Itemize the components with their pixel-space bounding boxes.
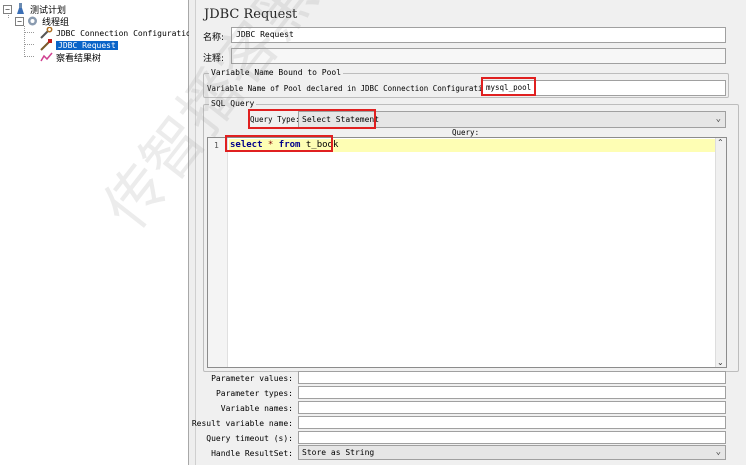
sql-operator: *: [262, 140, 279, 150]
collapse-icon[interactable]: −: [3, 4, 12, 14]
query-type-select[interactable]: Select Statement ⌄: [298, 111, 726, 128]
pool-group-title: Variable Name Bound to Pool: [209, 68, 344, 77]
name-label: 名称:: [203, 33, 225, 43]
tree-label-jdbc-request: JDBC Request: [56, 40, 118, 50]
query-label: Query:: [452, 128, 480, 137]
result-variable-name-label: Result variable name:: [191, 419, 293, 428]
sql-query-editor[interactable]: 1 select * from t_book ⌃ ⌄: [207, 137, 727, 368]
tree-node-test-plan[interactable]: − 测试计划: [3, 3, 66, 16]
tree-label-jdbc-connection-config: JDBC Connection Configuration: [56, 28, 196, 38]
page-title: JDBC Request: [204, 7, 298, 22]
scroll-down-icon[interactable]: ⌄: [717, 358, 724, 367]
comment-label: 注释:: [203, 54, 225, 64]
query-type-value: Select Statement: [302, 115, 380, 124]
tree-node-thread-group[interactable]: − 线程组: [15, 15, 70, 28]
handle-resultset-value: Store as String: [302, 448, 375, 457]
sql-keyword-from: from: [278, 140, 301, 150]
handle-resultset-label: Handle ResultSet:: [211, 449, 293, 458]
sql-table-name: t_book: [300, 140, 339, 150]
tree-node-jdbc-connection-config[interactable]: JDBC Connection Configuration: [40, 27, 196, 39]
line-number: 1: [214, 141, 219, 150]
tree-node-jdbc-request[interactable]: JDBC Request: [40, 39, 118, 51]
pool-variable-input[interactable]: mysql_pool: [481, 80, 726, 96]
flask-icon: [17, 3, 24, 14]
variable-names-input[interactable]: [298, 401, 726, 414]
tree-label-view-results-tree: 察看结果树: [56, 53, 102, 64]
variable-names-label: Variable names:: [220, 404, 293, 413]
gear-icon: [28, 16, 37, 26]
sql-query-group-title: SQL Query: [209, 99, 257, 108]
sql-query-text[interactable]: select * from t_book: [230, 140, 338, 150]
pipette-icon: [40, 39, 52, 51]
handle-resultset-select[interactable]: Store as String ⌄: [298, 445, 726, 460]
parameter-values-input[interactable]: [298, 371, 726, 384]
chevron-down-icon: ⌄: [715, 114, 721, 124]
sql-keyword-select: select: [230, 140, 263, 150]
parameter-types-label: Parameter types:: [215, 389, 293, 398]
line-number-gutter: 1: [208, 138, 228, 367]
jdbc-request-panel: JDBC Request 名称: JDBC Request 注释: Variab…: [192, 0, 746, 465]
tree-node-view-results-tree[interactable]: 察看结果树: [40, 51, 102, 64]
query-timeout-label: Query timeout (s):: [206, 434, 293, 443]
query-type-label: Query Type:: [250, 115, 300, 124]
scroll-up-icon[interactable]: ⌃: [717, 138, 724, 147]
editor-scrollbar[interactable]: ⌃ ⌄: [715, 138, 726, 367]
chart-icon: [40, 52, 53, 62]
comment-input[interactable]: [231, 48, 726, 64]
pool-variable-label: Variable Name of Pool declared in JDBC C…: [207, 84, 496, 93]
chevron-down-icon: ⌄: [715, 447, 721, 457]
tree-label-thread-group: 线程组: [42, 17, 70, 28]
collapse-icon[interactable]: −: [15, 16, 24, 26]
result-variable-name-input[interactable]: [298, 416, 726, 429]
parameter-values-label: Parameter values:: [211, 374, 293, 383]
wrench-icon: [40, 27, 53, 39]
name-input[interactable]: JDBC Request: [231, 27, 726, 43]
test-plan-tree: − 测试计划 − 线程组 JDBC Connection Configurati…: [0, 0, 196, 465]
query-timeout-input[interactable]: [298, 431, 726, 444]
parameter-types-input[interactable]: [298, 386, 726, 399]
